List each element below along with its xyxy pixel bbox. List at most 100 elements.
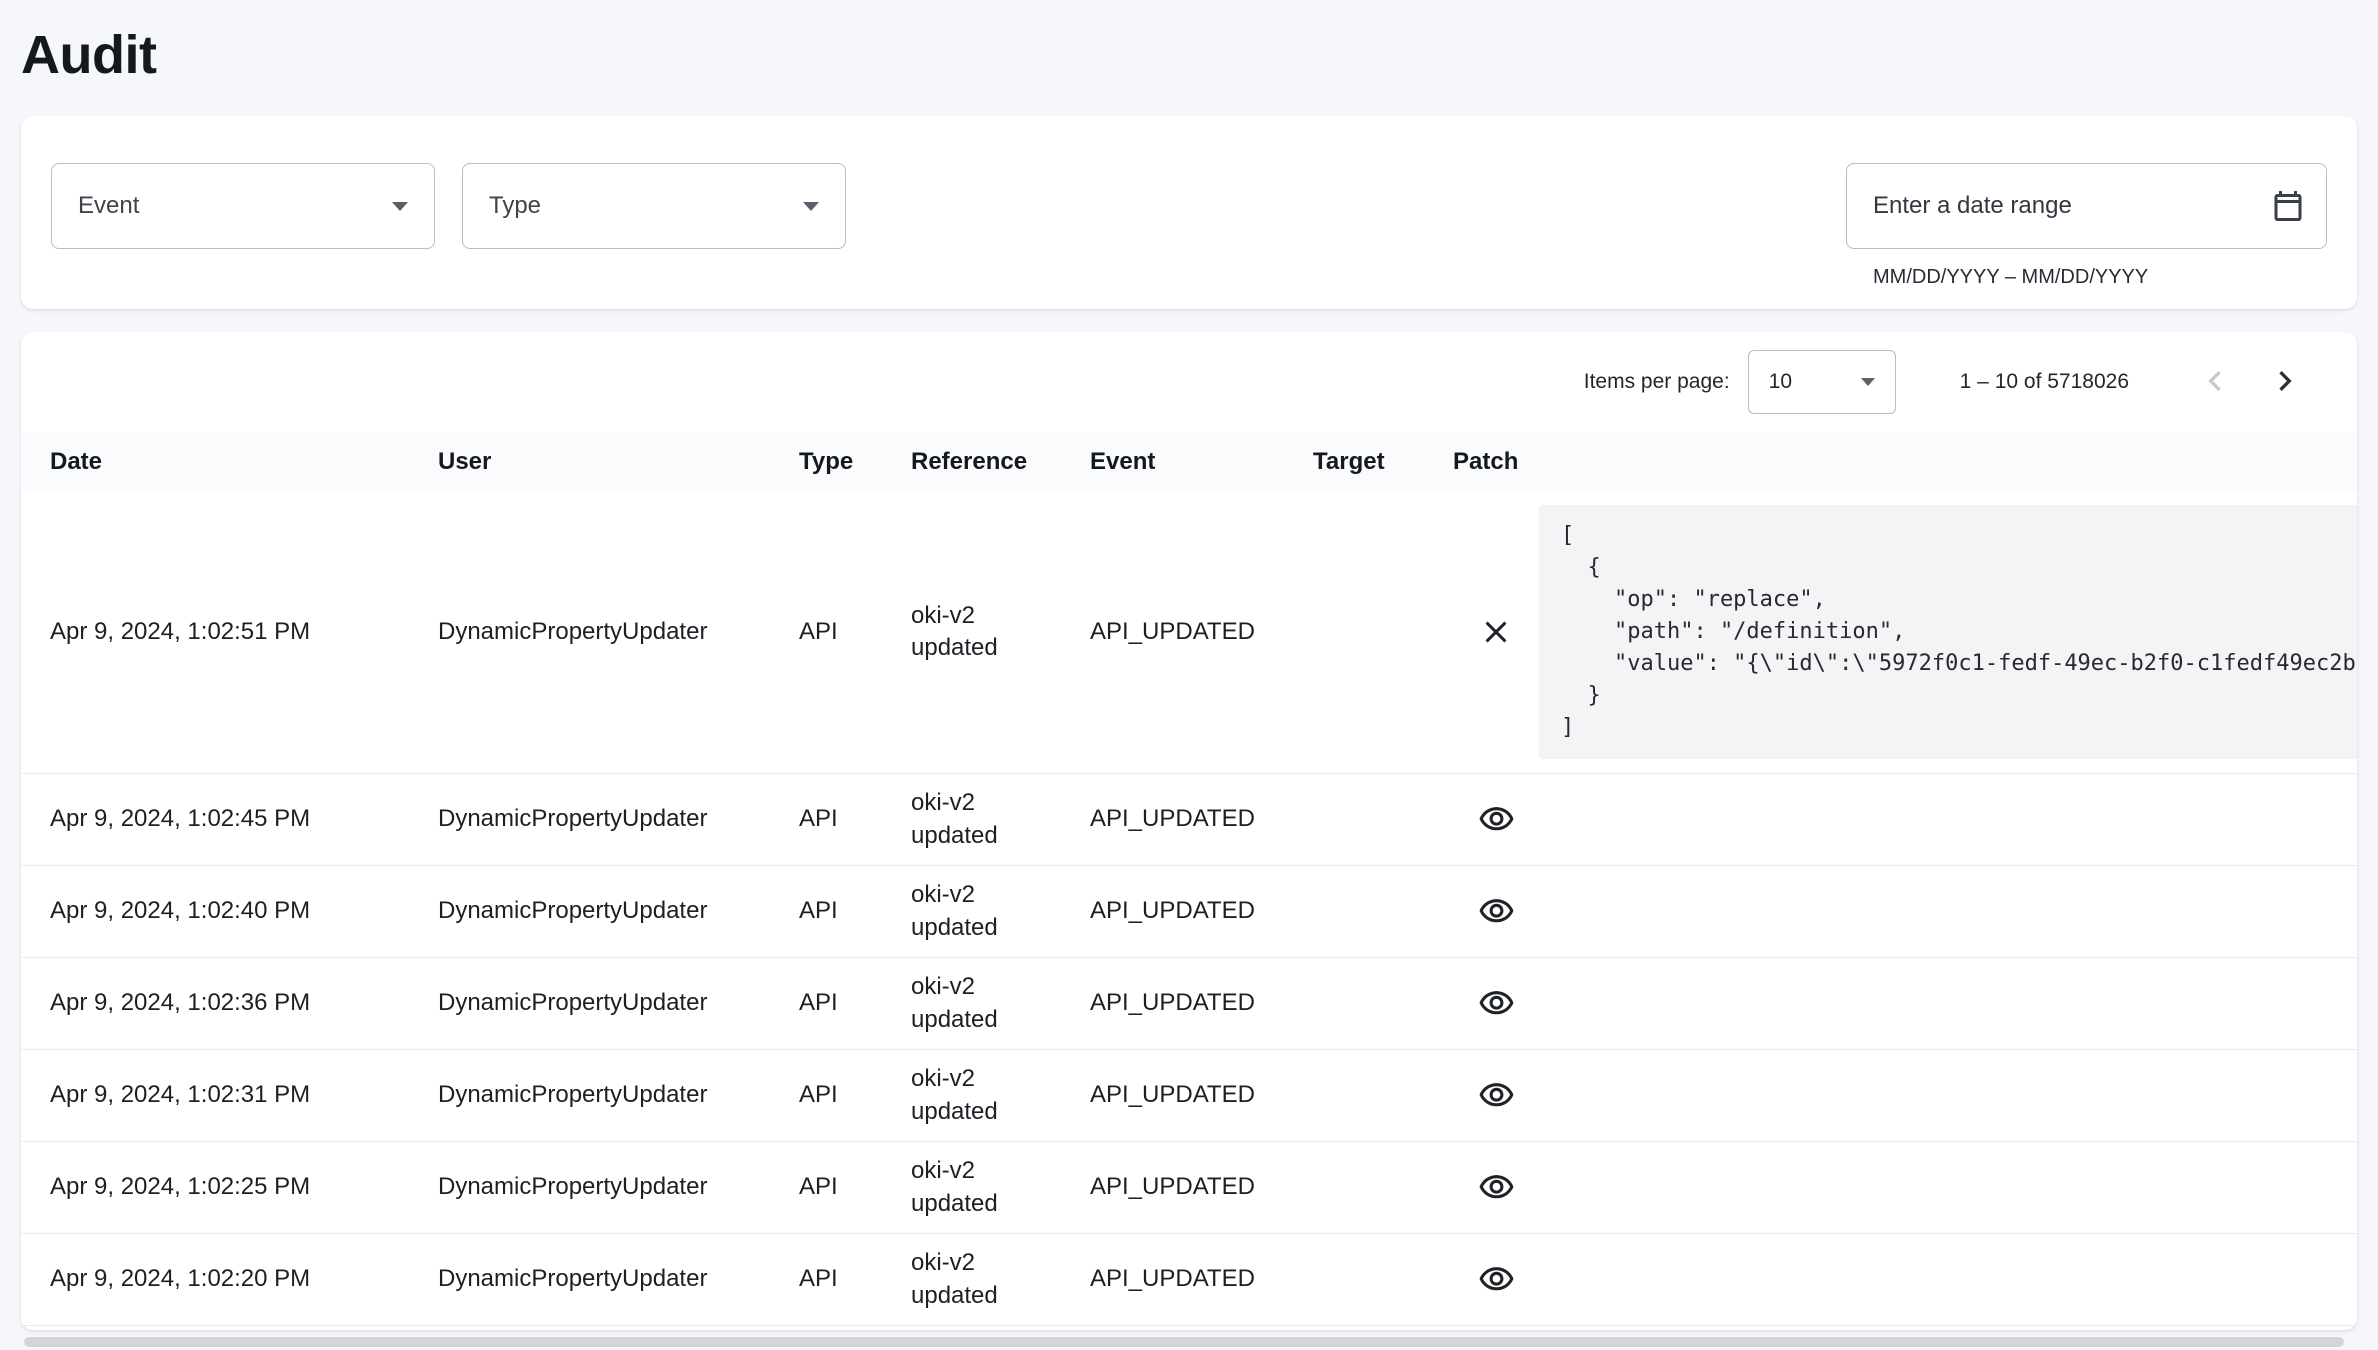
table-header: Date User Type Reference Event Target Pa… — [21, 432, 2357, 491]
chevron-down-icon — [392, 202, 408, 211]
column-header-type: Type — [799, 448, 911, 476]
cell-patch-code — [1539, 898, 2357, 926]
page-size-value: 10 — [1769, 370, 1792, 394]
patch-toggle-button[interactable] — [1453, 893, 1539, 930]
cell-reference: oki-v2 updated — [911, 787, 1090, 852]
table-body: Apr 9, 2024, 1:02:51 PM DynamicPropertyU… — [21, 491, 2357, 1326]
cell-date: Apr 9, 2024, 1:02:25 PM — [50, 1171, 438, 1203]
date-range-input[interactable] — [1873, 192, 2270, 220]
chevron-left-icon — [2195, 361, 2235, 404]
cell-patch-code — [1539, 990, 2357, 1018]
items-per-page-label: Items per page: — [1584, 370, 1730, 394]
cell-reference: oki-v2 updated — [911, 1155, 1090, 1220]
cell-type: API — [799, 1263, 911, 1295]
cell-reference: oki-v2 updated — [911, 971, 1090, 1036]
cell-type: API — [799, 987, 911, 1019]
cell-event: API_UPDATED — [1090, 1171, 1313, 1203]
cell-date: Apr 9, 2024, 1:02:45 PM — [50, 803, 438, 835]
event-filter-select[interactable]: Event — [51, 163, 435, 249]
cell-user: DynamicPropertyUpdater — [438, 987, 799, 1019]
cell-date: Apr 9, 2024, 1:02:36 PM — [50, 987, 438, 1019]
column-header-patch: Patch — [1453, 448, 1539, 476]
cell-type: API — [799, 803, 911, 835]
cell-date: Apr 9, 2024, 1:02:51 PM — [50, 616, 438, 648]
cell-event: API_UPDATED — [1090, 803, 1313, 835]
table-row: Apr 9, 2024, 1:02:45 PM DynamicPropertyU… — [21, 774, 2357, 866]
next-page-button[interactable] — [2257, 354, 2313, 410]
eye-icon[interactable] — [1478, 1077, 1515, 1114]
patch-toggle-button[interactable] — [1453, 1169, 1539, 1206]
column-header-target: Target — [1313, 448, 1453, 476]
cell-user: DynamicPropertyUpdater — [438, 1079, 799, 1111]
patch-toggle-button[interactable] — [1453, 985, 1539, 1022]
type-filter-label: Type — [489, 192, 541, 220]
chevron-down-icon — [1861, 378, 1875, 386]
cell-reference: oki-v2 updated — [911, 1247, 1090, 1312]
eye-icon[interactable] — [1478, 893, 1515, 930]
cell-user: DynamicPropertyUpdater — [438, 1263, 799, 1295]
cell-event: API_UPDATED — [1090, 987, 1313, 1019]
column-header-reference: Reference — [911, 448, 1090, 476]
cell-reference: oki-v2 updated — [911, 1063, 1090, 1128]
date-format-hint: MM/DD/YYYY – MM/DD/YYYY — [1873, 266, 2327, 289]
cell-patch-code: [ { "op": "replace", "path": "/definitio… — [1539, 491, 2357, 773]
cell-date: Apr 9, 2024, 1:02:31 PM — [50, 1079, 438, 1111]
patch-code: [ { "op": "replace", "path": "/definitio… — [1539, 505, 2357, 759]
cell-type: API — [799, 895, 911, 927]
column-header-event: Event — [1090, 448, 1313, 476]
cell-patch-code — [1539, 1082, 2357, 1110]
table-row: Apr 9, 2024, 1:02:51 PM DynamicPropertyU… — [21, 491, 2357, 774]
filters-card: Event Type MM/DD/YYYY – MM/DD/YYYY — [21, 116, 2357, 309]
previous-page-button[interactable] — [2187, 354, 2243, 410]
cell-event: API_UPDATED — [1090, 1263, 1313, 1295]
cell-patch-code — [1539, 806, 2357, 834]
horizontal-scrollbar[interactable] — [24, 1337, 2344, 1347]
date-range-group: MM/DD/YYYY – MM/DD/YYYY — [1846, 163, 2327, 289]
eye-icon[interactable] — [1478, 801, 1515, 838]
audit-page: Audit Event Type — [0, 0, 2378, 1330]
table-row: Apr 9, 2024, 1:02:31 PM DynamicPropertyU… — [21, 1050, 2357, 1142]
cell-user: DynamicPropertyUpdater — [438, 803, 799, 835]
eye-icon[interactable] — [1478, 1169, 1515, 1206]
eye-icon[interactable] — [1478, 1261, 1515, 1298]
cell-user: DynamicPropertyUpdater — [438, 895, 799, 927]
calendar-icon[interactable] — [2270, 188, 2306, 224]
cell-event: API_UPDATED — [1090, 895, 1313, 927]
table-row: Apr 9, 2024, 1:02:20 PM DynamicPropertyU… — [21, 1234, 2357, 1326]
cell-date: Apr 9, 2024, 1:02:20 PM — [50, 1263, 438, 1295]
patch-toggle-button[interactable] — [1453, 1077, 1539, 1114]
table-row: Apr 9, 2024, 1:02:36 PM DynamicPropertyU… — [21, 958, 2357, 1050]
page-range-label: 1 – 10 of 5718026 — [1960, 370, 2129, 394]
column-header-user: User — [438, 448, 799, 476]
cell-reference: oki-v2 updated — [911, 879, 1090, 944]
paginator: Items per page: 10 1 – 10 of 5718026 — [21, 332, 2357, 432]
cell-event: API_UPDATED — [1090, 1079, 1313, 1111]
cell-type: API — [799, 1171, 911, 1203]
audit-table-card: Items per page: 10 1 – 10 of 5718026 Dat… — [21, 332, 2357, 1330]
column-header-date: Date — [50, 448, 438, 476]
eye-icon[interactable] — [1478, 985, 1515, 1022]
date-range-field[interactable] — [1846, 163, 2327, 249]
chevron-down-icon — [803, 202, 819, 211]
patch-toggle-button[interactable] — [1453, 614, 1539, 650]
table-row: Apr 9, 2024, 1:02:25 PM DynamicPropertyU… — [21, 1142, 2357, 1234]
cell-type: API — [799, 1079, 911, 1111]
patch-toggle-button[interactable] — [1453, 1261, 1539, 1298]
page-title: Audit — [21, 24, 2357, 86]
cell-user: DynamicPropertyUpdater — [438, 616, 799, 648]
cell-date: Apr 9, 2024, 1:02:40 PM — [50, 895, 438, 927]
filters-row: Event Type MM/DD/YYYY – MM/DD/YYYY — [51, 163, 2327, 289]
type-filter-select[interactable]: Type — [462, 163, 846, 249]
event-filter-label: Event — [78, 192, 139, 220]
cell-reference: oki-v2 updated — [911, 600, 1090, 665]
page-size-select[interactable]: 10 — [1748, 350, 1896, 414]
patch-toggle-button[interactable] — [1453, 801, 1539, 838]
cell-type: API — [799, 616, 911, 648]
chevron-right-icon — [2265, 361, 2305, 404]
cell-event: API_UPDATED — [1090, 616, 1313, 648]
cell-patch-code — [1539, 1174, 2357, 1202]
cell-user: DynamicPropertyUpdater — [438, 1171, 799, 1203]
close-icon[interactable] — [1478, 614, 1514, 650]
cell-patch-code — [1539, 1266, 2357, 1294]
table-row: Apr 9, 2024, 1:02:40 PM DynamicPropertyU… — [21, 866, 2357, 958]
